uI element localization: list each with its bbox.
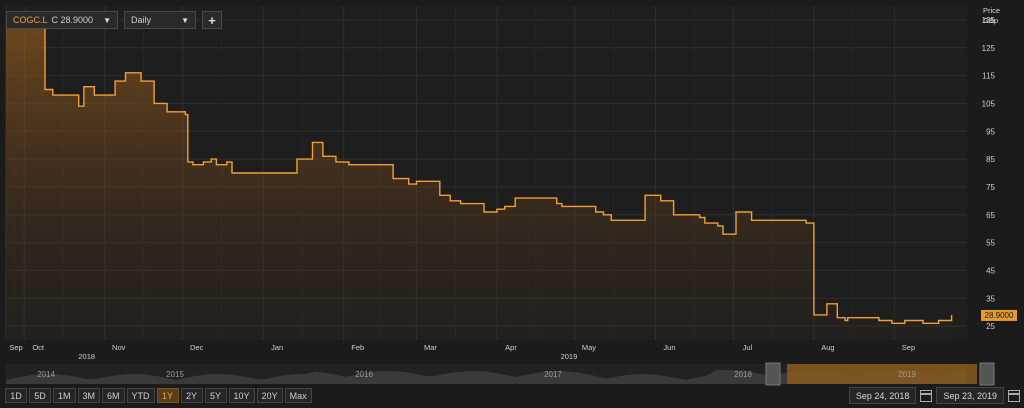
x-tick-label: Feb — [351, 343, 364, 352]
y-tick-label: 45 — [986, 266, 995, 275]
price-axis-title: Price — [983, 6, 1000, 15]
calendar-icon[interactable] — [1008, 389, 1020, 402]
navigator-selection[interactable] — [787, 364, 977, 384]
chevron-down-icon: ▼ — [103, 15, 111, 25]
price-chart: 2535455565758595105115125135 Sep Oct Nov De… — [4, 6, 1017, 386]
ticker-label: COGC.L — [13, 15, 48, 25]
y-tick-label: 55 — [986, 239, 995, 248]
x-tick-label: Sep — [902, 343, 915, 352]
last-price-tag: 28.9000 — [981, 309, 1017, 321]
x-tick-label: Mar — [424, 343, 437, 352]
x-tick-label: Apr — [505, 343, 517, 352]
x-year-label: 2018 — [78, 352, 95, 361]
quote-label: C 28.9000 — [51, 15, 94, 25]
range-button-5d[interactable]: 5D — [29, 388, 51, 403]
x-tick-label: Nov — [112, 343, 126, 352]
x-axis-labels: Sep Oct Nov Dec Jan Feb Mar Apr May Jun Jul Aug Sep 2… — [9, 343, 915, 361]
y-tick-label: 65 — [986, 211, 995, 220]
x-tick-label: Aug — [821, 343, 834, 352]
x-tick-label: Sep — [9, 343, 22, 352]
range-button-3m[interactable]: 3M — [77, 388, 101, 403]
y-tick-label: 85 — [986, 155, 995, 164]
end-date[interactable]: Sep 23, 2019 — [936, 387, 1004, 404]
navigator-year: 2015 — [166, 370, 184, 379]
add-button[interactable]: + — [201, 11, 222, 29]
y-tick-label: 115 — [982, 72, 995, 81]
calendar-icon[interactable] — [920, 389, 933, 402]
y-tick-label: 95 — [986, 127, 995, 136]
range-button-10y[interactable]: 10Y — [228, 388, 255, 403]
chevron-down-icon: ▼ — [181, 15, 189, 25]
symbol-selector[interactable]: COGC.L C 28.9000 ▼ — [6, 11, 118, 29]
range-button-5y[interactable]: 5Y — [204, 388, 227, 403]
price-axis-unit: GBp — [983, 16, 998, 25]
y-tick-label: 35 — [986, 294, 995, 303]
svg-text:28.9000: 28.9000 — [985, 311, 1014, 320]
range-button-max[interactable]: Max — [284, 388, 312, 403]
range-button-1y[interactable]: 1Y — [156, 388, 179, 403]
start-date[interactable]: Sep 24, 2018 — [848, 387, 917, 404]
x-tick-label: Dec — [190, 343, 204, 352]
navigator-year: 2014 — [37, 370, 55, 379]
navigator-handle-right[interactable] — [979, 362, 995, 386]
navigator-year: 2016 — [355, 370, 373, 379]
range-button-ytd[interactable]: YTD — [126, 388, 155, 403]
range-button-2y[interactable]: 2Y — [180, 388, 203, 403]
x-tick-label: May — [582, 343, 596, 352]
date-range: Sep 24, 2018 Sep 23, 2019 — [848, 387, 1020, 404]
x-tick-label: Jan — [271, 343, 283, 352]
range-button-20y[interactable]: 20Y — [256, 388, 283, 403]
interval-selector[interactable]: Daily ▼ — [123, 11, 196, 29]
x-tick-label: Jul — [743, 343, 753, 352]
navigator-handle-left[interactable] — [765, 362, 781, 386]
range-buttons: 1D 5D 1M 3M 6M YTD 1Y 2Y 5Y 10Y 20Y Max — [5, 388, 312, 403]
navigator-year: 2018 — [734, 370, 752, 379]
x-tick-label: Oct — [32, 343, 45, 352]
navigator-year: 2019 — [898, 370, 916, 379]
x-year-label: 2019 — [561, 352, 578, 361]
y-tick-label: 75 — [986, 183, 995, 192]
navigator-year: 2017 — [544, 370, 562, 379]
y-tick-label: 25 — [986, 322, 995, 331]
y-axis-labels: 2535455565758595105115125135 — [982, 16, 996, 331]
range-button-1d[interactable]: 1D — [5, 388, 27, 403]
range-button-6m[interactable]: 6M — [102, 388, 125, 403]
chart-window: 25 35 45 55 65 75 85 95 105 115 125 135 Sep Oct Nov De… — [0, 0, 1024, 408]
range-button-1m[interactable]: 1M — [53, 388, 76, 403]
y-tick-label: 125 — [982, 44, 996, 53]
interval-label: Daily — [130, 15, 151, 25]
x-tick-label: Jun — [663, 343, 675, 352]
y-tick-label: 105 — [982, 99, 996, 108]
navigator[interactable]: 2014 2015 2016 2017 2018 2019 — [6, 362, 995, 386]
